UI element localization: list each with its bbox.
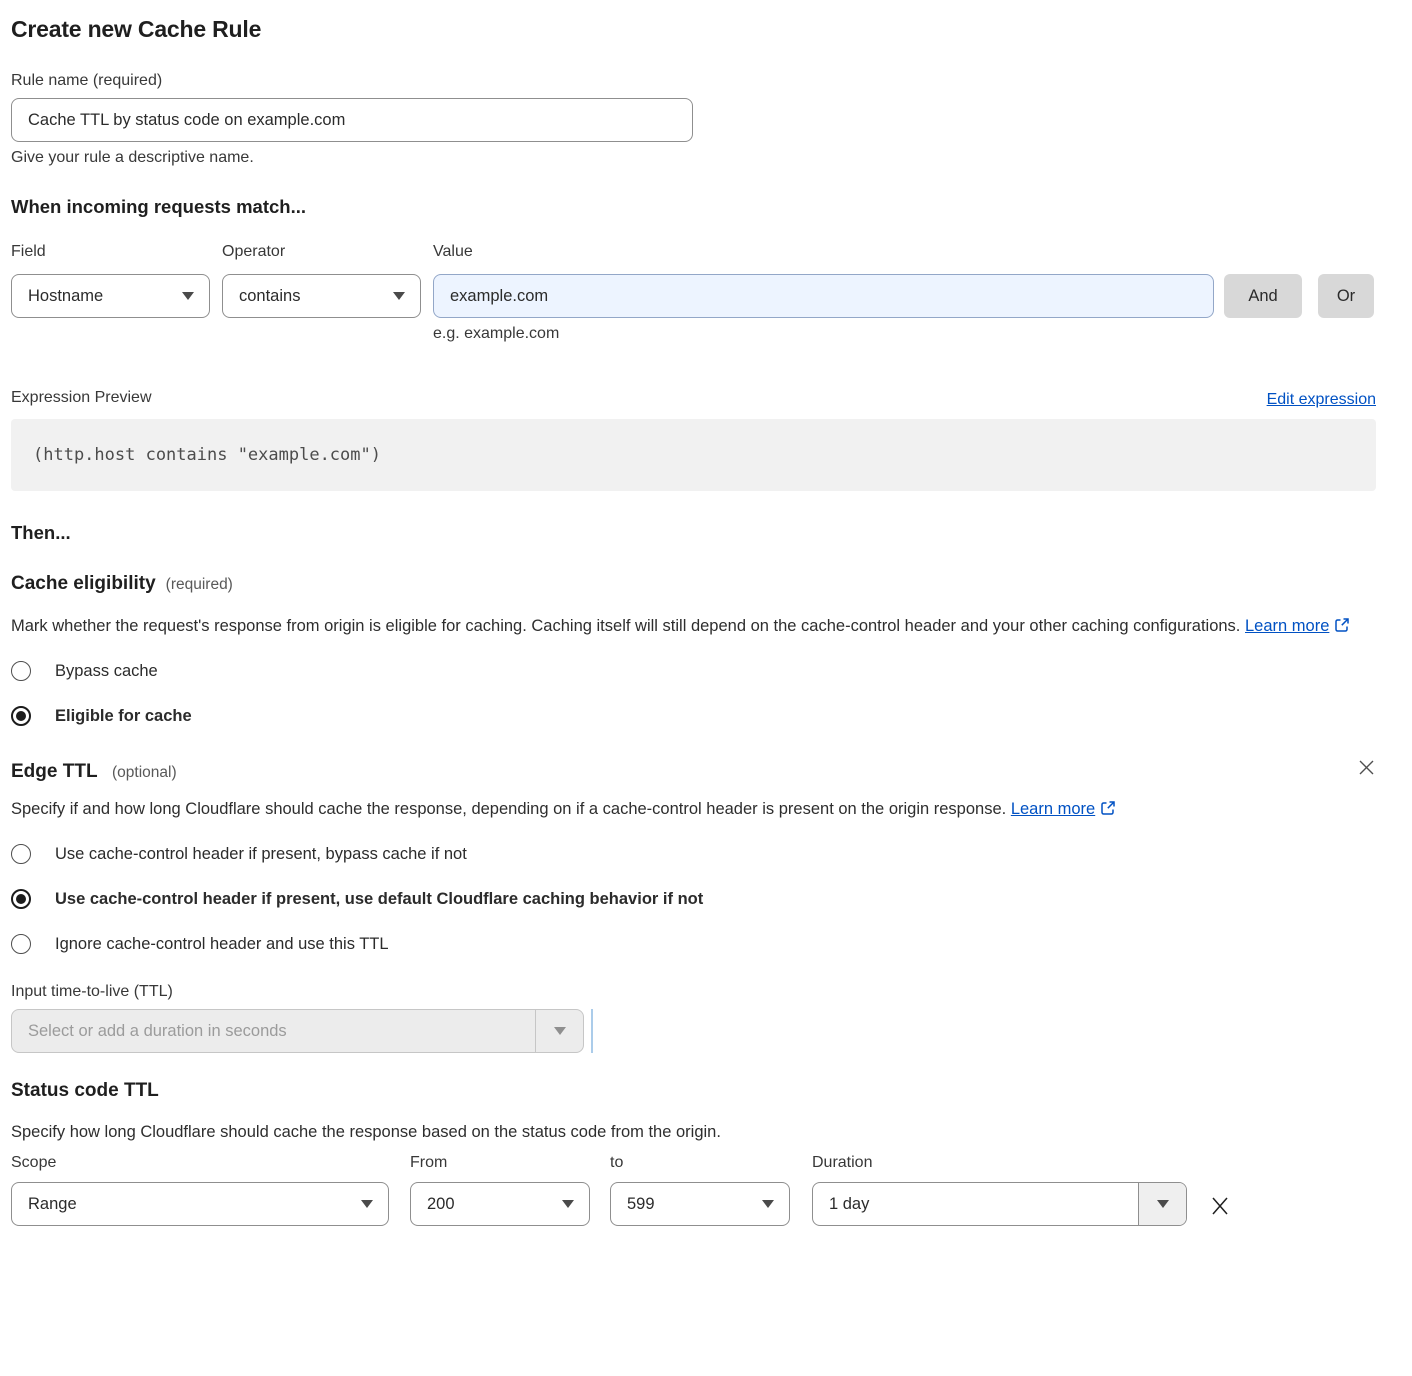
chevron-down-icon — [393, 292, 405, 300]
edge-ttl-description-text: Specify if and how long Cloudflare shoul… — [11, 800, 1006, 818]
external-link-icon — [1334, 617, 1350, 633]
and-button[interactable]: And — [1224, 274, 1302, 318]
close-icon — [1209, 1195, 1231, 1217]
expression-preview-label: Expression Preview — [11, 387, 152, 409]
cache-eligibility-description: Mark whether the request's response from… — [11, 612, 1356, 640]
learn-more-link[interactable]: Learn more — [1011, 800, 1095, 818]
then-heading: Then... — [11, 520, 1376, 545]
optional-tag: (optional) — [112, 764, 177, 781]
chevron-down-icon — [361, 1200, 373, 1208]
create-cache-rule-form: Create new Cache Rule Rule name (require… — [11, 0, 1376, 1250]
to-select[interactable]: 599 — [610, 1182, 790, 1226]
field-label: Field — [11, 241, 210, 263]
expression-code-block: (http.host contains "example.com") — [11, 419, 1376, 491]
field-select[interactable]: Hostname — [11, 274, 210, 318]
radio-checked-icon[interactable] — [11, 889, 31, 909]
match-heading: When incoming requests match... — [11, 194, 1376, 219]
edge-ttl-heading-row: Edge TTL (optional) — [11, 758, 1376, 784]
to-column: to 599 — [610, 1152, 790, 1226]
external-link-icon — [1100, 800, 1116, 816]
radio-label: Use cache-control header if present, byp… — [55, 845, 467, 864]
chevron-down-icon[interactable] — [535, 1010, 583, 1052]
chevron-down-icon[interactable] — [1138, 1183, 1186, 1225]
from-select-value: 200 — [427, 1195, 455, 1214]
status-code-ttl-controls: Scope Range From 200 to 599 Duration 1 d… — [11, 1152, 1376, 1226]
to-label: to — [610, 1152, 790, 1174]
edge-ttl-heading-group: Edge TTL (optional) — [11, 760, 177, 784]
ttl-select-row: Select or add a duration in seconds — [11, 1009, 1376, 1053]
status-code-ttl-heading: Status code TTL — [11, 1079, 159, 1103]
radio-label: Eligible for cache — [55, 707, 192, 726]
chevron-down-icon — [762, 1200, 774, 1208]
scope-select-value: Range — [28, 1195, 77, 1214]
remove-status-code-row-button[interactable] — [1209, 1195, 1231, 1217]
ttl-select-placeholder: Select or add a duration in seconds — [12, 1010, 535, 1052]
or-button[interactable]: Or — [1318, 274, 1374, 318]
eligible-for-cache-option[interactable]: Eligible for cache — [11, 706, 1376, 726]
chevron-down-icon — [1157, 1200, 1169, 1208]
page-title: Create new Cache Rule — [11, 15, 1376, 43]
edge-ttl-description: Specify if and how long Cloudflare shoul… — [11, 795, 1141, 823]
to-select-value: 599 — [627, 1195, 655, 1214]
cache-eligibility-heading-row: Cache eligibility (required) — [11, 572, 1376, 596]
chevron-down-icon — [562, 1200, 574, 1208]
chevron-down-icon — [554, 1027, 566, 1035]
radio-unchecked-icon[interactable] — [11, 844, 31, 864]
edge-ttl-option-bypass[interactable]: Use cache-control header if present, byp… — [11, 844, 1376, 864]
scope-select[interactable]: Range — [11, 1182, 389, 1226]
duration-column: Duration 1 day — [812, 1152, 1187, 1226]
radio-unchecked-icon[interactable] — [11, 661, 31, 681]
match-labels-row: Field Operator Value — [11, 241, 1376, 263]
duration-select-value: 1 day — [813, 1183, 1138, 1225]
edge-ttl-option-default[interactable]: Use cache-control header if present, use… — [11, 889, 1376, 909]
edit-expression-link[interactable]: Edit expression — [1267, 391, 1376, 409]
operator-select[interactable]: contains — [222, 274, 421, 318]
edge-ttl-close-button[interactable] — [1357, 758, 1376, 777]
radio-unchecked-icon[interactable] — [11, 934, 31, 954]
focus-indicator-bar — [591, 1009, 593, 1053]
ttl-duration-select[interactable]: Select or add a duration in seconds — [11, 1009, 584, 1053]
from-select[interactable]: 200 — [410, 1182, 590, 1226]
value-label: Value — [433, 241, 1214, 263]
operator-select-value: contains — [239, 287, 300, 306]
edge-ttl-heading: Edge TTL — [11, 761, 98, 782]
ttl-input-label: Input time-to-live (TTL) — [11, 981, 1376, 1003]
cache-eligibility-description-text: Mark whether the request's response from… — [11, 617, 1240, 635]
rule-name-input[interactable] — [11, 98, 693, 142]
expression-preview-row: Expression Preview Edit expression — [11, 387, 1376, 409]
duration-select[interactable]: 1 day — [812, 1182, 1187, 1226]
expression-code: (http.host contains "example.com") — [33, 445, 381, 465]
required-tag: (required) — [166, 576, 233, 594]
cache-eligibility-heading: Cache eligibility — [11, 572, 156, 596]
status-code-ttl-description: Specify how long Cloudflare should cache… — [11, 1118, 1376, 1146]
radio-label: Use cache-control header if present, use… — [55, 890, 703, 909]
chevron-down-icon — [182, 292, 194, 300]
radio-checked-icon[interactable] — [11, 706, 31, 726]
bypass-cache-option[interactable]: Bypass cache — [11, 661, 1376, 681]
edge-ttl-option-ignore[interactable]: Ignore cache-control header and use this… — [11, 934, 1376, 954]
radio-label: Ignore cache-control header and use this… — [55, 935, 389, 954]
from-column: From 200 — [410, 1152, 590, 1226]
close-icon — [1357, 758, 1376, 777]
scope-column: Scope Range — [11, 1152, 389, 1226]
operator-label: Operator — [222, 241, 421, 263]
value-input[interactable] — [433, 274, 1214, 318]
radio-label: Bypass cache — [55, 662, 158, 681]
match-controls-row: Hostname contains And Or — [11, 274, 1376, 318]
rule-name-help: Give your rule a descriptive name. — [11, 149, 1376, 167]
duration-label: Duration — [812, 1152, 1187, 1174]
learn-more-link[interactable]: Learn more — [1245, 617, 1329, 635]
field-select-value: Hostname — [28, 287, 103, 306]
value-hint: e.g. example.com — [433, 325, 1376, 343]
status-code-ttl-heading-row: Status code TTL — [11, 1079, 1376, 1103]
scope-label: Scope — [11, 1152, 389, 1174]
rule-name-label: Rule name (required) — [11, 70, 1376, 92]
from-label: From — [410, 1152, 590, 1174]
